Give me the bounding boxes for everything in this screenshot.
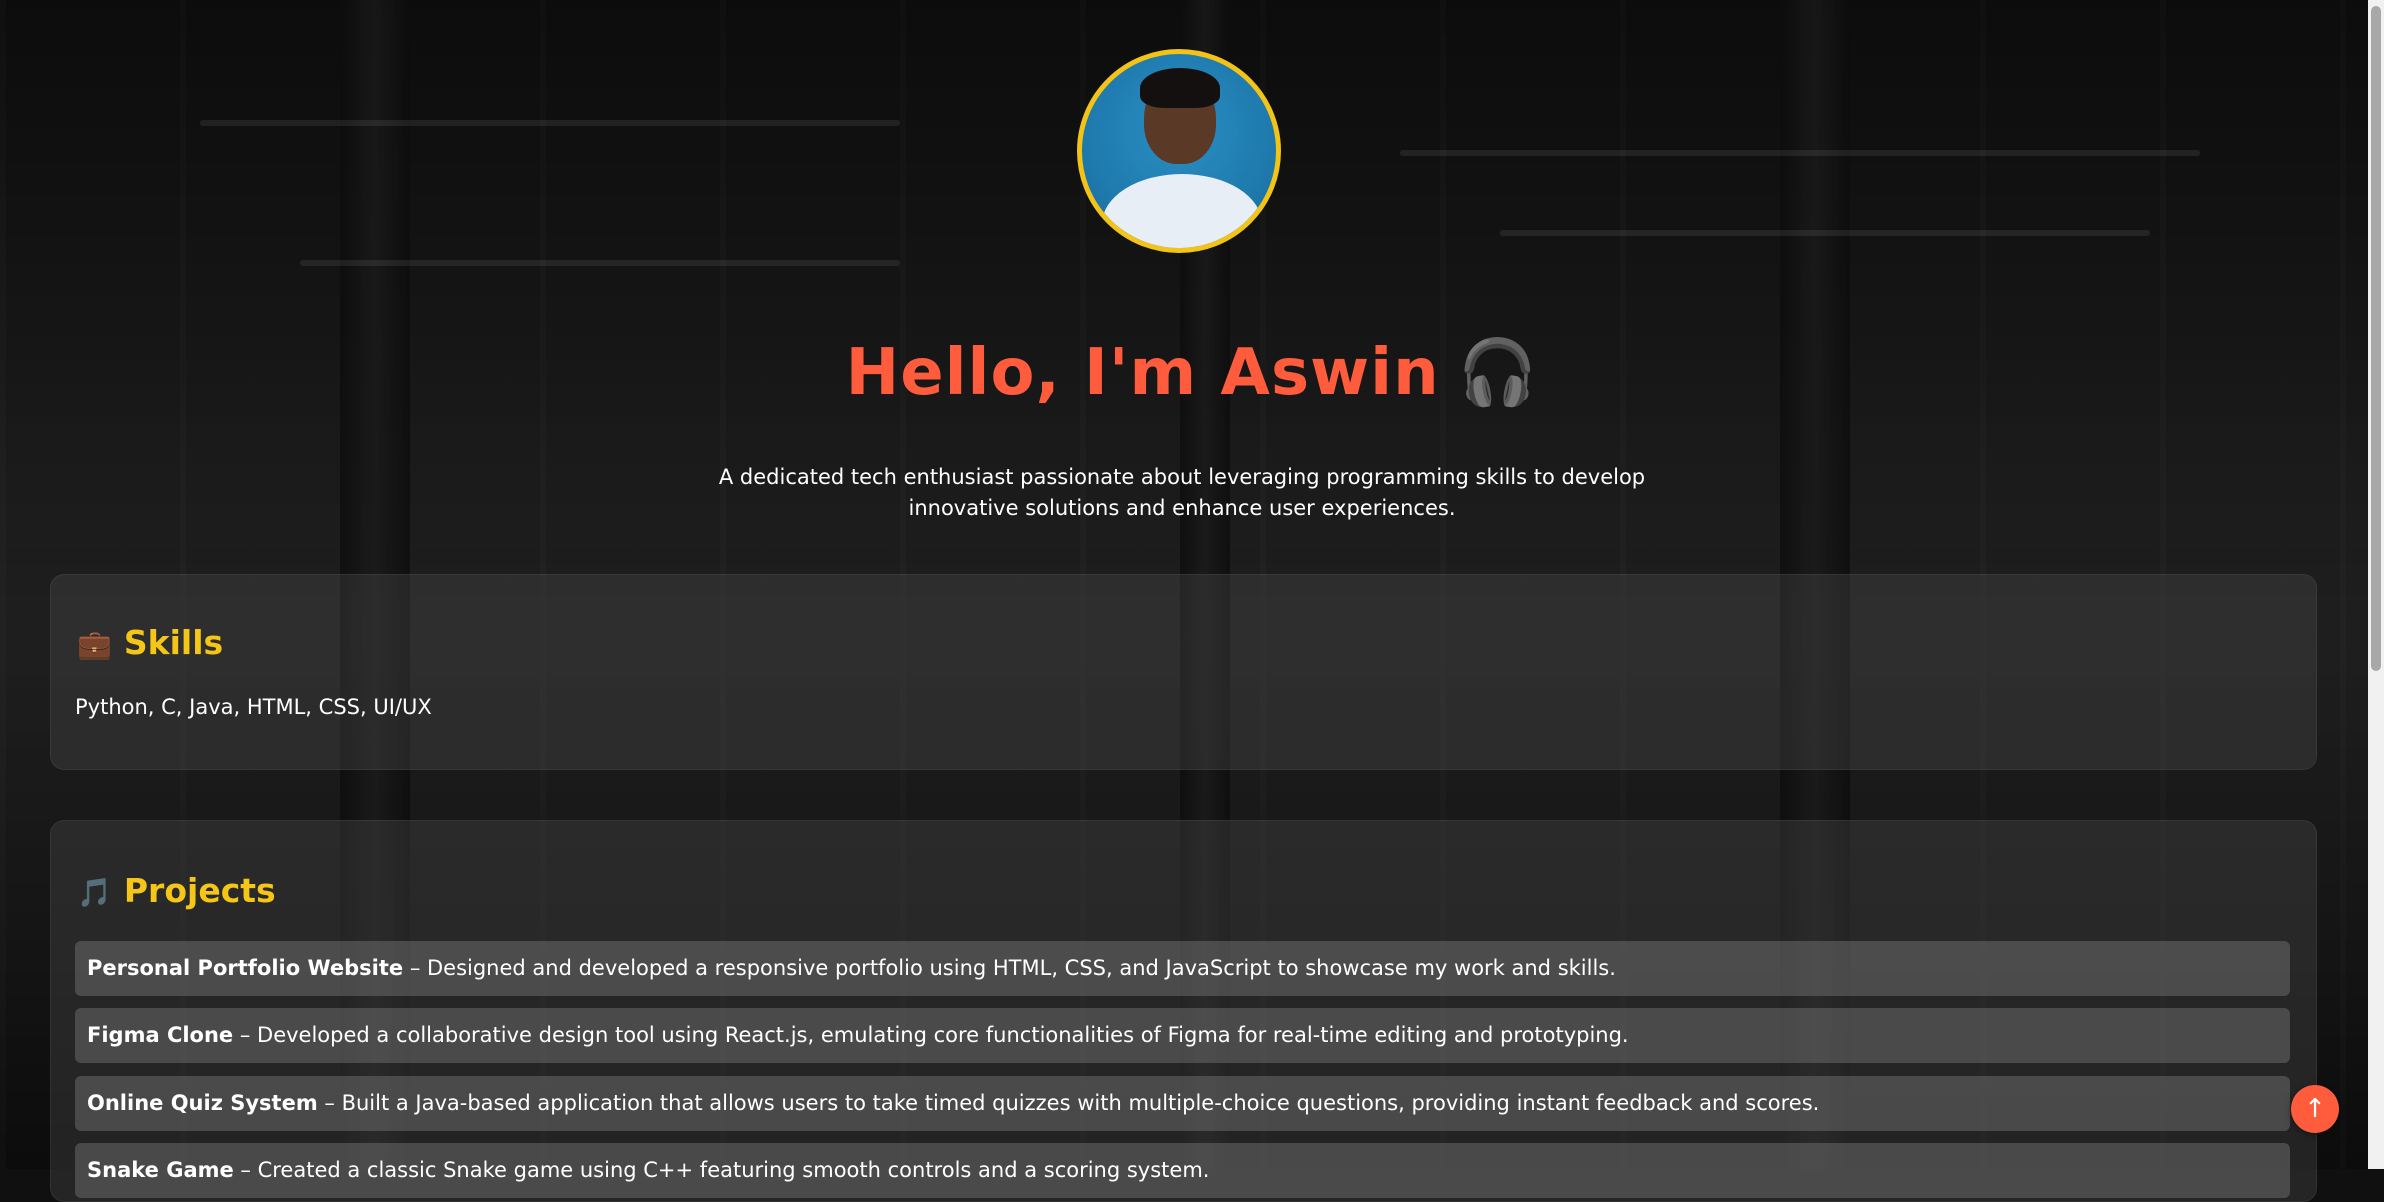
skills-heading: 💼 Skills	[77, 623, 223, 662]
project-name: Personal Portfolio Website	[87, 956, 404, 980]
project-name: Snake Game	[87, 1158, 234, 1182]
scrollbar[interactable]	[2368, 0, 2384, 1169]
skills-section: 💼 Skills Python, C, Java, HTML, CSS, UI/U…	[50, 574, 2317, 770]
projects-heading: 🎵 Projects	[77, 871, 276, 910]
page-title: Hello, I'm Aswin 🎧	[0, 335, 2384, 410]
headphones-icon: 🎧	[1457, 336, 1539, 410]
project-item: Online Quiz System – Built a Java-based …	[75, 1076, 2290, 1131]
page-content: Hello, I'm Aswin 🎧 A dedicated tech enthu…	[0, 0, 2384, 1202]
project-description: – Created a classic Snake game using C++…	[233, 1158, 1210, 1182]
back-to-top-button[interactable]: ↑	[2291, 1085, 2339, 1133]
project-description: – Built a Java-based application that al…	[317, 1091, 1820, 1115]
briefcase-icon: 💼	[77, 628, 112, 661]
project-name: Online Quiz System	[87, 1091, 318, 1115]
project-item: Figma Clone – Developed a collaborative …	[75, 1008, 2290, 1063]
skills-title: Skills	[123, 623, 224, 662]
tagline: A dedicated tech enthusiast passionate a…	[718, 465, 1646, 520]
projects-title: Projects	[123, 871, 276, 910]
project-description: – Developed a collaborative design tool …	[233, 1023, 1629, 1047]
profile-avatar	[1077, 49, 1281, 253]
project-item: Personal Portfolio Website – Designed an…	[75, 941, 2290, 996]
project-description: – Designed and developed a responsive po…	[403, 956, 1616, 980]
project-item: Snake Game – Created a classic Snake gam…	[75, 1143, 2290, 1198]
skills-list: Python, C, Java, HTML, CSS, UI/UX	[75, 695, 432, 719]
music-note-icon: 🎵	[77, 876, 112, 909]
scrollbar-thumb[interactable]	[2371, 6, 2381, 671]
greeting-text: Hello, I'm Aswin	[845, 336, 1440, 410]
projects-section: 🎵 Projects Personal Portfolio Website – D…	[50, 820, 2317, 1202]
project-name: Figma Clone	[87, 1023, 234, 1047]
